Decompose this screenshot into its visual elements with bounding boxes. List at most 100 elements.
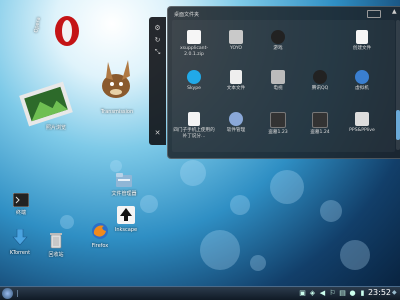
desktop-icon-transmission[interactable]: Transmission	[92, 56, 142, 115]
desktop-icon-terminal[interactable]: 终端	[4, 192, 38, 216]
bokeh-light	[250, 255, 266, 271]
panel-item[interactable]: 软件管理	[218, 112, 254, 134]
desktop-icon-label: Inkscape	[114, 227, 138, 233]
photo-viewer-icon	[19, 81, 73, 127]
tv-icon	[271, 70, 285, 84]
clipboard-icon[interactable]: ▤	[339, 289, 346, 297]
panel-item-label: 软件管理	[226, 128, 246, 133]
bokeh-light	[230, 195, 250, 215]
panel-item-label: 文本文件	[226, 86, 246, 91]
bokeh-light	[270, 170, 304, 204]
panel-item-label: xsupplicant-2.0.1.zip	[179, 46, 209, 57]
monitor-icon[interactable]: ▣	[299, 289, 306, 297]
panel-item[interactable]: 文本文件	[218, 70, 254, 92]
panel-item-label: 盗墓1.23	[268, 130, 288, 135]
opera-icon	[55, 16, 79, 46]
bokeh-light	[110, 160, 122, 172]
start-menu-icon[interactable]	[2, 288, 13, 299]
panel-item-label: 腾讯QQ	[311, 86, 329, 91]
desktop-icon-label: KTorrent	[9, 250, 31, 256]
folder-view-widget: 桌面文件夹 ▲ xsupplicant-2.0.1.zip YOYO 游戏 创建…	[167, 6, 400, 159]
desktop-icon-label: 终端	[15, 210, 26, 216]
panel-item[interactable]: 盗墓1.23	[260, 112, 296, 136]
panel-item[interactable]: 游戏	[260, 30, 296, 52]
panel-item-label: 四门子手机上使用的补丁说分...	[173, 128, 215, 139]
desktop-icon-inkscape[interactable]: Inkscape	[106, 206, 146, 233]
battery-icon[interactable]: ▮	[359, 289, 366, 297]
panel-item-label: 电视	[273, 86, 283, 91]
panel-item[interactable]: 盗墓1.24	[302, 112, 338, 136]
panel-item-label: 盗墓1.24	[310, 130, 330, 135]
panel-item-label: 游戏	[273, 46, 283, 51]
unknown-file-icon	[188, 112, 200, 126]
desktop-icon-file-manager[interactable]: 文件管理器	[102, 172, 146, 197]
ktorrent-icon	[12, 228, 28, 246]
panel-title: 桌面文件夹	[174, 12, 200, 18]
restore-icon[interactable]	[367, 10, 381, 18]
inkscape-icon	[117, 206, 135, 224]
taskbar: ▣ ◈ ◀ ⚐ ▤ ● ▮ 23:52 ◆	[0, 286, 400, 300]
software-manager-icon	[229, 112, 243, 126]
panel-item[interactable]: 虚拟机	[344, 70, 380, 92]
panel-item-label: 虚拟机	[355, 86, 369, 91]
panel-item-label: Skype	[187, 86, 201, 91]
desktop-icon-label: 文件管理器	[111, 191, 137, 197]
desktop-icon-label: Firefox	[91, 243, 109, 249]
panel-content: xsupplicant-2.0.1.zip YOYO 游戏 创建文件 Skype…	[172, 20, 395, 152]
desktop-icon-label: 照片浏览	[45, 125, 66, 131]
virtual-machine-icon	[355, 70, 369, 84]
yoyo-icon	[229, 30, 243, 44]
panel-item[interactable]: 创建文件	[344, 30, 380, 52]
taskbar-separator	[17, 290, 18, 297]
panel-item[interactable]: YOYO	[218, 30, 254, 52]
settings-icon[interactable]: ⚙	[153, 25, 162, 32]
notification-icon[interactable]: ⚐	[329, 289, 336, 297]
close-icon[interactable]: ✕	[153, 130, 162, 137]
panel-item[interactable]: 电视	[260, 70, 296, 92]
desktop-icon-opera[interactable]	[45, 14, 89, 51]
resize-icon[interactable]: ⤡	[153, 49, 162, 56]
file-manager-icon	[116, 173, 132, 187]
rotate-icon[interactable]: ↻	[153, 37, 162, 44]
bokeh-light	[320, 200, 342, 222]
zip-file-icon	[187, 30, 201, 44]
desktop-icon-label: Opera	[33, 16, 42, 34]
desktop-icon-photos[interactable]: 照片浏览	[16, 81, 76, 131]
volume-icon[interactable]: ◀	[319, 289, 326, 297]
video-file-icon	[312, 112, 328, 128]
panel-scrollbar-thumb[interactable]	[396, 110, 400, 140]
bokeh-light	[340, 240, 370, 270]
desktop-icon-label: 回收站	[48, 252, 64, 258]
panel-toolbox-icon[interactable]: ◆	[392, 289, 398, 297]
video-file-icon	[270, 112, 286, 128]
clock[interactable]: 23:52	[368, 288, 391, 297]
trash-icon	[50, 233, 62, 249]
desktop-icon-trash[interactable]: 回收站	[38, 231, 74, 258]
document-icon	[356, 30, 368, 44]
panel-item-label: 创建文件	[352, 46, 372, 51]
panel-item-label: YOYO	[229, 46, 243, 51]
panel-item-label: PPS&PPlive	[349, 128, 375, 133]
panel-side-toolbar: ⚙ ↻ ⤡ ✕	[149, 17, 166, 145]
desktop-icon-ktorrent[interactable]: KTorrent	[0, 228, 40, 256]
skype-icon	[187, 70, 201, 84]
panel-item[interactable]: 四门子手机上使用的补丁说分...	[172, 112, 216, 139]
desktop-icon-label: Transmission	[100, 109, 134, 115]
bluetooth-icon[interactable]: ●	[349, 289, 356, 297]
panel-scrollbar[interactable]	[396, 20, 400, 150]
bokeh-light	[180, 160, 206, 186]
scroll-up-icon[interactable]: ▲	[392, 9, 398, 15]
bokeh-light	[60, 215, 74, 229]
network-icon[interactable]: ◈	[309, 289, 316, 297]
alien-game-icon	[271, 30, 285, 44]
transmission-icon	[102, 60, 130, 98]
terminal-icon	[12, 192, 30, 208]
panel-item[interactable]: PPS&PPlive	[344, 112, 380, 134]
panel-item[interactable]: Skype	[176, 70, 212, 92]
pps-player-icon	[355, 112, 369, 126]
bokeh-light	[200, 230, 240, 270]
panel-item[interactable]: 腾讯QQ	[302, 70, 338, 92]
text-file-icon	[230, 70, 242, 84]
panel-item[interactable]: xsupplicant-2.0.1.zip	[176, 30, 212, 57]
qq-penguin-icon	[313, 70, 327, 84]
